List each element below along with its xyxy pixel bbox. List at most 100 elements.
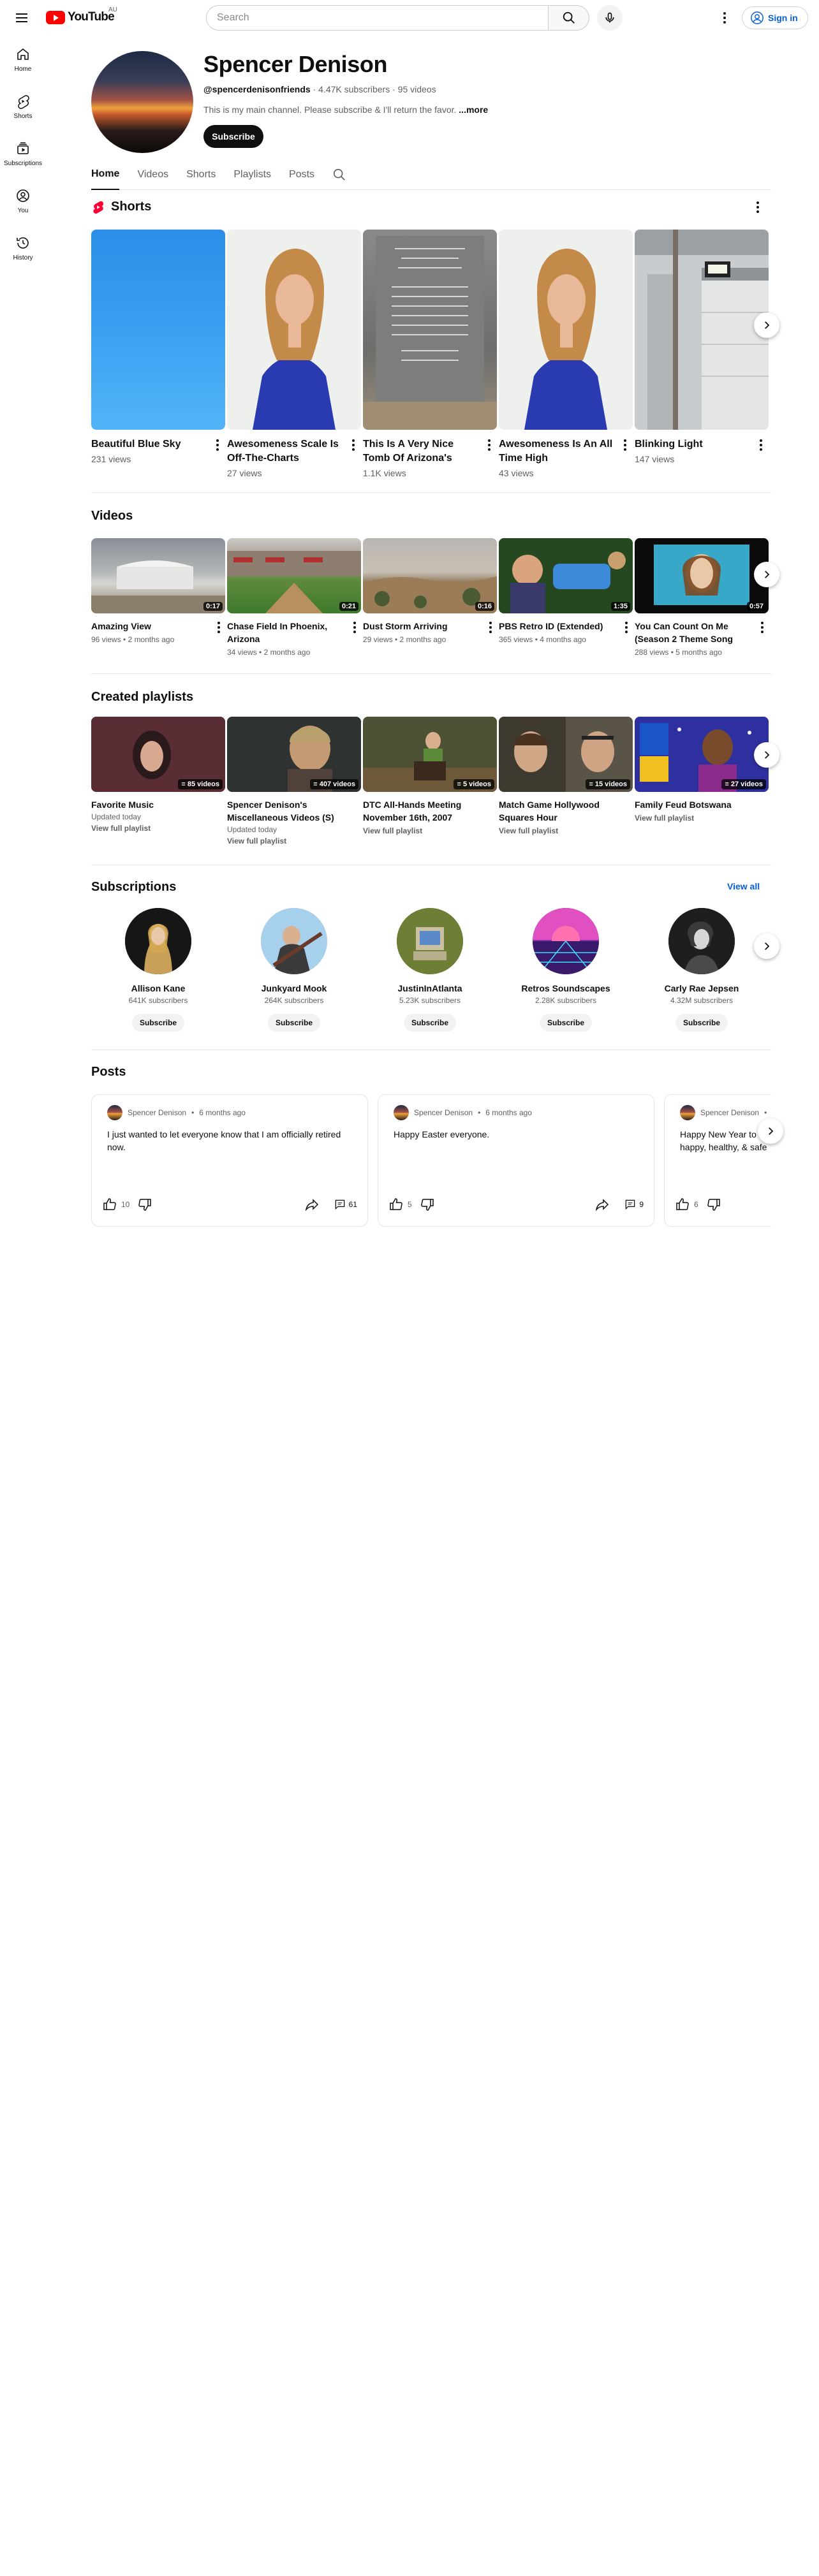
settings-menu-button[interactable] <box>717 10 732 26</box>
comments-button[interactable]: 9 <box>624 1198 644 1211</box>
subscribe-button[interactable]: Subscribe <box>540 1014 592 1032</box>
playlist-title[interactable]: Match Game Hollywood Squares Hour <box>499 798 633 824</box>
subscribe-button[interactable]: Subscribe <box>132 1014 184 1032</box>
channel-name[interactable]: Carly Rae Jepsen <box>635 983 769 993</box>
channel-avatar[interactable] <box>261 908 327 974</box>
search-input[interactable]: Search <box>206 5 549 31</box>
guide-item-you[interactable]: You <box>3 177 43 224</box>
playlist-card[interactable]: ≡ 85 videos Favorite Music Updated today… <box>91 717 225 833</box>
playlist-card[interactable]: ≡ 5 videos DTC All-Hands Meeting Novembe… <box>363 717 497 835</box>
channel-description[interactable]: This is my main channel. Please subscrib… <box>203 105 488 115</box>
post-age[interactable]: 6 months ago <box>199 1108 246 1117</box>
share-button[interactable] <box>304 1197 320 1212</box>
playlist-thumbnail[interactable]: ≡ 407 videos <box>227 717 361 792</box>
channel-name[interactable]: Retros Soundscapes <box>499 983 633 993</box>
videos-next-button[interactable] <box>754 562 779 587</box>
channel-avatar[interactable] <box>668 908 735 974</box>
guide-item-subscriptions[interactable]: Subscriptions <box>3 130 43 177</box>
video-thumbnail[interactable]: 0:57 <box>635 538 769 613</box>
channel-name[interactable]: JustinInAtlanta <box>363 983 497 993</box>
shorts-more-button[interactable] <box>751 200 764 215</box>
comments-button[interactable]: 61 <box>334 1198 357 1211</box>
posts-next-button[interactable] <box>758 1118 783 1144</box>
video-menu-button[interactable] <box>756 620 769 635</box>
share-button[interactable] <box>594 1197 610 1212</box>
guide-item-shorts[interactable]: Shorts <box>3 83 43 130</box>
video-title[interactable]: You Can Count On Me (Season 2 Theme Song… <box>635 620 753 645</box>
short-title[interactable]: This Is A Very Nice Tomb Of Arizona's Ve… <box>363 437 478 465</box>
video-card[interactable]: 0:57 You Can Count On Me (Season 2 Theme… <box>635 538 769 657</box>
short-menu-button[interactable] <box>347 437 360 453</box>
tab-home[interactable]: Home <box>91 159 120 190</box>
dislike-button[interactable] <box>420 1197 435 1212</box>
like-button[interactable] <box>388 1197 404 1212</box>
short-menu-button[interactable] <box>211 437 224 453</box>
short-title[interactable]: Beautiful Blue Sky <box>91 437 206 451</box>
short-thumbnail[interactable] <box>91 230 225 430</box>
guide-item-history[interactable]: History <box>3 224 43 272</box>
video-menu-button[interactable] <box>212 620 225 635</box>
view-full-playlist-link[interactable]: View full playlist <box>499 826 633 835</box>
post-author-avatar[interactable] <box>394 1105 409 1120</box>
channel-name[interactable]: Allison Kane <box>91 983 225 993</box>
channel-name[interactable]: Junkyard Mook <box>227 983 361 993</box>
video-title[interactable]: Amazing View <box>91 620 209 633</box>
shorts-next-button[interactable] <box>754 312 779 338</box>
short-title[interactable]: Blinking Light <box>635 437 749 451</box>
subscribe-button[interactable]: Subscribe <box>404 1014 456 1032</box>
playlist-card[interactable]: ≡ 15 videos Match Game Hollywood Squares… <box>499 717 633 835</box>
playlist-card[interactable]: ≡ 407 videos Spencer Denison's Miscellan… <box>227 717 361 845</box>
video-title[interactable]: Dust Storm Arriving <box>363 620 481 633</box>
view-full-playlist-link[interactable]: View full playlist <box>91 824 225 833</box>
playlist-card[interactable]: ≡ 27 videos Family Feud Botswana View fu… <box>635 717 769 823</box>
playlist-thumbnail[interactable]: ≡ 85 videos <box>91 717 225 792</box>
playlist-thumbnail[interactable]: ≡ 15 videos <box>499 717 633 792</box>
subscribe-button[interactable]: Subscribe <box>268 1014 320 1032</box>
short-card[interactable]: Blinking Light 147 views <box>635 230 769 464</box>
playlist-title[interactable]: Family Feud Botswana <box>635 798 769 811</box>
subscribe-button[interactable]: Subscribe <box>675 1014 728 1032</box>
like-button[interactable] <box>675 1197 690 1212</box>
like-button[interactable] <box>102 1197 117 1212</box>
view-full-playlist-link[interactable]: View full playlist <box>363 826 497 835</box>
view-full-playlist-link[interactable]: View full playlist <box>227 837 361 845</box>
short-title[interactable]: Awesomeness Scale Is Off-The-Charts <box>227 437 342 465</box>
playlist-thumbnail[interactable]: ≡ 5 videos <box>363 717 497 792</box>
video-thumbnail[interactable]: 0:21 <box>227 538 361 613</box>
post-card[interactable]: Spencer Denison • Happy New Year to happ… <box>664 1094 771 1227</box>
video-menu-button[interactable] <box>348 620 361 635</box>
short-card[interactable]: Awesomeness Scale Is Off-The-Charts 27 v… <box>227 230 361 478</box>
video-card[interactable]: 1:35 PBS Retro ID (Extended) 365 views •… <box>499 538 633 644</box>
dislike-button[interactable] <box>137 1197 152 1212</box>
playlist-title[interactable]: DTC All-Hands Meeting November 16th, 200… <box>363 798 497 824</box>
short-thumbnail[interactable] <box>635 230 769 430</box>
sign-in-button[interactable]: Sign in <box>742 6 808 29</box>
youtube-logo[interactable]: YouTube <box>46 10 115 24</box>
video-title[interactable]: Chase Field In Phoenix, Arizona <box>227 620 345 645</box>
short-menu-button[interactable] <box>619 437 631 453</box>
post-author-avatar[interactable] <box>107 1105 122 1120</box>
video-menu-button[interactable] <box>484 620 497 635</box>
short-thumbnail[interactable] <box>363 230 497 430</box>
playlist-title[interactable]: Favorite Music <box>91 798 225 811</box>
tab-posts[interactable]: Posts <box>289 159 314 190</box>
post-author[interactable]: Spencer Denison <box>414 1108 473 1117</box>
search-button[interactable] <box>549 5 589 31</box>
post-age[interactable]: 6 months ago <box>485 1108 532 1117</box>
post-card[interactable]: Spencer Denison • 6 months ago Happy Eas… <box>378 1094 654 1227</box>
short-card[interactable]: This Is A Very Nice Tomb Of Arizona's Ve… <box>363 230 497 478</box>
video-card[interactable]: 0:17 Amazing View 96 views • 2 months ag… <box>91 538 225 644</box>
view-all-link[interactable]: View all <box>727 881 760 891</box>
video-thumbnail[interactable]: 1:35 <box>499 538 633 613</box>
more-link[interactable]: ...more <box>459 105 488 115</box>
channel-avatar[interactable] <box>533 908 599 974</box>
short-card[interactable]: Beautiful Blue Sky 231 views <box>91 230 225 464</box>
post-author[interactable]: Spencer Denison <box>700 1108 759 1117</box>
tab-videos[interactable]: Videos <box>137 159 168 190</box>
tab-shorts[interactable]: Shorts <box>186 159 216 190</box>
short-thumbnail[interactable] <box>227 230 361 430</box>
channel-avatar[interactable] <box>397 908 463 974</box>
short-card[interactable]: Awesomeness Is An All Time High 43 views <box>499 230 633 478</box>
playlist-thumbnail[interactable]: ≡ 27 videos <box>635 717 769 792</box>
video-menu-button[interactable] <box>620 620 633 635</box>
